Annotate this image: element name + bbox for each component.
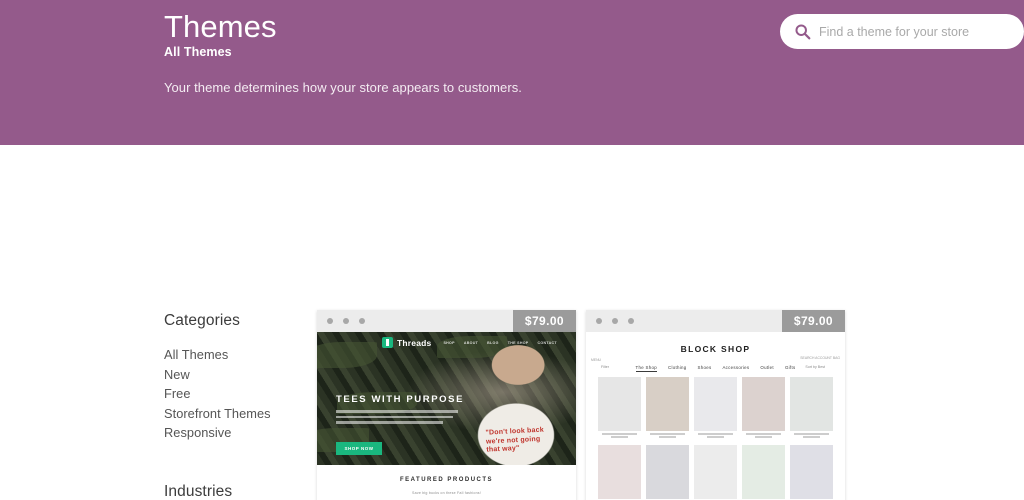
sidebar-item-new[interactable]: New bbox=[164, 365, 271, 385]
block-shop-nav-item: Clothing bbox=[667, 365, 687, 370]
block-shop-product-image bbox=[646, 377, 689, 431]
page-header: Themes All Themes Your theme determines … bbox=[0, 0, 1024, 145]
block-shop-product-tile bbox=[742, 377, 785, 440]
threads-nav-links: SHOP ABOUT BLOG THE SHOP CONTACT bbox=[443, 341, 556, 345]
block-shop-product-tile bbox=[790, 377, 833, 440]
sidebar-item-responsive[interactable]: Responsive bbox=[164, 423, 271, 443]
threads-subtext bbox=[336, 410, 458, 427]
threads-headline: TEES WITH PURPOSE bbox=[336, 394, 465, 405]
block-shop-product-grid bbox=[598, 377, 833, 500]
threads-logo: Threads bbox=[382, 337, 431, 348]
window-dot-icon bbox=[343, 318, 349, 324]
block-shop-product-image bbox=[598, 444, 641, 499]
block-shop-product-image bbox=[598, 377, 641, 431]
browser-chrome-bar: $79.00 bbox=[317, 310, 576, 332]
threads-shirt-text: "Don't look back we're not going that wa… bbox=[485, 426, 545, 454]
page-content: Categories All Themes New Free Storefron… bbox=[0, 145, 1024, 500]
threads-hero: "Don't look back we're not going that wa… bbox=[317, 332, 576, 465]
block-shop-product-tile bbox=[742, 444, 785, 500]
block-shop-product-caption bbox=[598, 433, 641, 440]
threads-logo-text: Threads bbox=[397, 337, 432, 348]
block-shop-nav: The Shop Clothing Shoes Accessories Outl… bbox=[586, 365, 845, 372]
search-input[interactable] bbox=[819, 16, 1014, 47]
block-shop-product-tile bbox=[694, 377, 737, 440]
window-dot-icon bbox=[596, 318, 602, 324]
theme-card-threads[interactable]: $79.00 "Don't look back we're not going … bbox=[317, 310, 576, 500]
block-shop-product-tile bbox=[598, 377, 641, 440]
threads-featured-sub: Save big bucks on these Fall fashions! bbox=[412, 491, 481, 495]
sidebar-item-storefront-themes[interactable]: Storefront Themes bbox=[164, 404, 271, 424]
header-description: Your theme determines how your store app… bbox=[164, 80, 522, 95]
sidebar-item-all-themes[interactable]: All Themes bbox=[164, 345, 271, 365]
categories-heading: Categories bbox=[164, 312, 240, 329]
window-dots bbox=[596, 318, 634, 324]
block-shop-right-rail: SEARCH ACCOUNT BAG bbox=[800, 356, 840, 360]
browser-chrome-bar: $79.00 bbox=[586, 310, 845, 332]
theme-search-box[interactable] bbox=[780, 14, 1024, 49]
block-shop-nav-item: The Shop bbox=[635, 365, 657, 372]
block-shop-nav-item: Shoes bbox=[697, 365, 712, 370]
block-shop-product-image bbox=[742, 444, 785, 499]
categories-list: All Themes New Free Storefront Themes Re… bbox=[164, 345, 271, 443]
block-shop-nav-item: Accessories bbox=[722, 365, 750, 370]
block-shop-product-image bbox=[646, 444, 689, 499]
block-shop-product-caption bbox=[694, 433, 737, 440]
window-dot-icon bbox=[612, 318, 618, 324]
threads-featured-section: FEATURED PRODUCTS Save big bucks on thes… bbox=[317, 465, 576, 500]
block-shop-product-image bbox=[742, 377, 785, 431]
theme-preview-block-shop: MENU SEARCH ACCOUNT BAG BLOCK SHOP Filte… bbox=[586, 332, 845, 500]
window-dot-icon bbox=[628, 318, 634, 324]
threads-nav-item: ABOUT bbox=[463, 340, 479, 345]
threads-featured-heading: FEATURED PRODUCTS bbox=[399, 477, 494, 483]
block-shop-product-caption bbox=[742, 433, 785, 440]
window-dots bbox=[327, 318, 365, 324]
threads-nav-item: THE SHOP bbox=[507, 340, 529, 345]
theme-preview-threads: "Don't look back we're not going that wa… bbox=[317, 332, 576, 500]
search-icon bbox=[795, 24, 811, 40]
block-shop-product-tile bbox=[646, 444, 689, 500]
threads-nav-item: SHOP bbox=[443, 340, 455, 345]
threads-shop-button: SHOP NOW bbox=[336, 442, 382, 455]
threads-nav-item: BLOG bbox=[487, 340, 499, 345]
block-shop-nav-item: Outlet bbox=[760, 365, 774, 370]
industries-heading: Industries bbox=[164, 483, 233, 500]
block-shop-product-tile bbox=[790, 444, 833, 500]
block-shop-product-tile bbox=[694, 444, 737, 500]
theme-card-block-shop[interactable]: $79.00 MENU SEARCH ACCOUNT BAG BLOCK SHO… bbox=[586, 310, 845, 500]
threads-storefront-nav: Threads SHOP ABOUT BLOG THE SHOP CONTACT bbox=[317, 332, 576, 353]
threads-nav-item: CONTACT bbox=[537, 340, 557, 345]
block-shop-product-caption bbox=[646, 433, 689, 440]
facet-categories: Categories All Themes New Free Storefron… bbox=[164, 312, 271, 443]
header-content: Themes All Themes Your theme determines … bbox=[164, 0, 1024, 145]
page-title: Themes bbox=[164, 9, 277, 44]
price-badge: $79.00 bbox=[512, 310, 576, 332]
block-shop-product-caption bbox=[790, 433, 833, 440]
breadcrumb: All Themes bbox=[164, 45, 232, 59]
filter-sidebar: Categories All Themes New Free Storefron… bbox=[164, 145, 309, 500]
threads-logo-icon bbox=[382, 337, 393, 348]
price-badge: $79.00 bbox=[781, 310, 845, 332]
block-shop-product-tile bbox=[598, 444, 641, 500]
block-shop-product-image bbox=[790, 444, 833, 499]
block-shop-logo-text: BLOCK SHOP bbox=[680, 344, 751, 354]
facet-industries: Industries Arts and Crafts Bookings and … bbox=[164, 483, 309, 500]
sidebar-item-free[interactable]: Free bbox=[164, 384, 271, 404]
block-shop-product-tile bbox=[646, 377, 689, 440]
window-dot-icon bbox=[359, 318, 365, 324]
block-shop-product-image bbox=[694, 444, 737, 499]
block-shop-product-image bbox=[790, 377, 833, 431]
block-shop-left-rail: MENU bbox=[591, 358, 601, 362]
block-shop-product-image bbox=[694, 377, 737, 431]
window-dot-icon bbox=[327, 318, 333, 324]
block-shop-nav-item: Gifts bbox=[784, 365, 796, 370]
